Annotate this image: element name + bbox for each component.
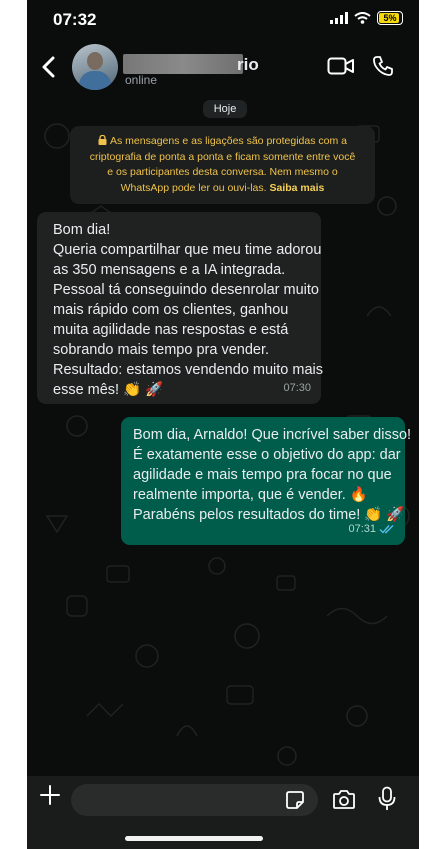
learn-more-link[interactable]: Saiba mais — [269, 182, 324, 194]
sticker-icon[interactable] — [285, 790, 305, 810]
plus-attach-icon[interactable] — [39, 784, 61, 806]
message-line: agilidade e mais tempo pra focar no que — [133, 467, 392, 483]
message-meta: 07:31 — [348, 519, 395, 539]
redacted-name-block — [123, 54, 243, 74]
message-line: Resultado: estamos vendendo muito mais — [53, 362, 324, 378]
contact-avatar[interactable] — [72, 44, 118, 90]
message-line: Bom dia! — [53, 222, 111, 238]
phone-call-icon[interactable] — [371, 54, 395, 78]
message-line: Pessoal tá conseguindo desenrolar muito — [53, 282, 319, 298]
message-line: É exatamente esse o objetivo do app: dar — [133, 447, 401, 463]
message-line: mais rápido com os clientes, ganhou — [53, 302, 289, 318]
date-chip: Hoje — [203, 100, 247, 118]
home-indicator[interactable] — [125, 836, 263, 841]
message-time: 07:31 — [348, 523, 376, 535]
notice-line-3: e os participantes desta conversa. Nem m… — [107, 166, 338, 178]
message-line: Queria compartilhar que meu time adorou — [53, 242, 322, 258]
microphone-icon[interactable] — [377, 786, 397, 812]
message-line: muita agilidade nas respostas e está — [53, 322, 289, 338]
notice-line-4: WhatsApp pode ler ou ouvi-las. — [120, 181, 267, 194]
message-line: Bom dia, Arnaldo! Que incrível saber dis… — [133, 427, 412, 443]
double-check-read-icon — [379, 525, 394, 534]
status-bar: 07:32 5% — [27, 0, 419, 42]
camera-icon[interactable] — [332, 788, 356, 810]
notice-line-2: criptografia de ponta a ponta e ficam so… — [89, 150, 356, 163]
encryption-notice[interactable]: As mensagens e as ligações são protegida… — [70, 126, 375, 204]
message-line: as 350 mensagens e a IA integrada. — [53, 262, 286, 278]
whatsapp-chat-screen: 07:32 5% rio online Hoje As mensagens e … — [27, 0, 419, 849]
status-icons: 5% — [330, 11, 403, 25]
message-input[interactable] — [71, 784, 318, 816]
back-chevron-icon[interactable] — [37, 52, 61, 82]
lock-icon — [98, 134, 107, 145]
video-call-icon[interactable] — [327, 56, 355, 76]
chat-header: rio online — [27, 42, 419, 96]
cellular-signal-icon — [330, 12, 348, 24]
status-time: 07:32 — [53, 10, 97, 29]
message-time: 07:30 — [283, 382, 311, 394]
message-line: sobrando mais tempo pra vender. — [53, 342, 270, 358]
message-line: realmente importa, que é vender. 🔥 — [133, 487, 368, 503]
message-meta: 07:30 — [283, 378, 311, 398]
contact-status: online — [125, 73, 158, 87]
contact-name[interactable]: rio — [237, 55, 259, 75]
incoming-message[interactable]: Bom dia! Queria compartilhar que meu tim… — [37, 212, 324, 404]
battery-icon: 5% — [377, 11, 403, 25]
wifi-icon — [354, 12, 371, 24]
notice-line-1: As mensagens e as ligações são protegida… — [110, 135, 347, 147]
outgoing-message[interactable]: Bom dia, Arnaldo! Que incrível saber dis… — [121, 417, 412, 545]
battery-level: 5% — [383, 13, 397, 23]
message-line: esse mês! 👏 🚀 — [53, 382, 164, 398]
